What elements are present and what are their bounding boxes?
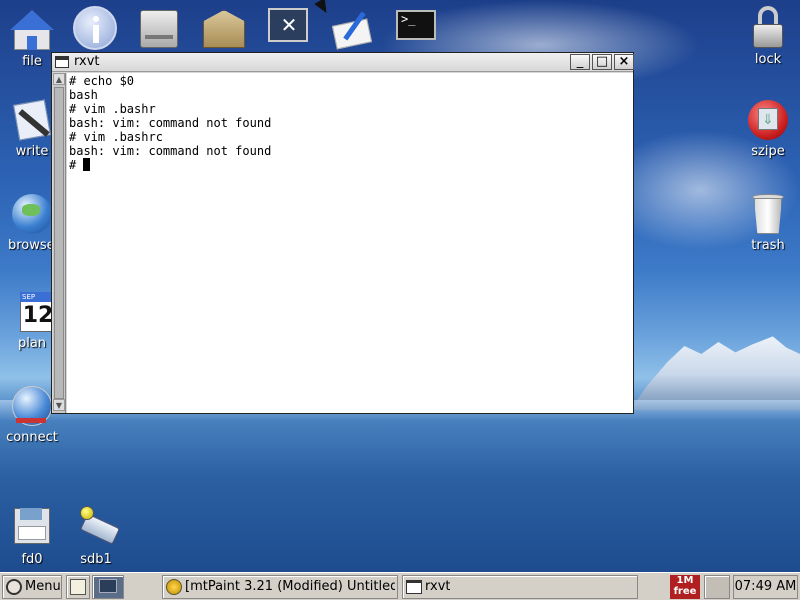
desktop-icon-szipe[interactable]: ⇓ szipe	[736, 98, 800, 159]
memory-amount: 1M	[676, 575, 694, 586]
close-button[interactable]: ×	[614, 54, 634, 70]
text-cursor	[83, 158, 91, 171]
terminal-prompt-line[interactable]: #	[69, 158, 631, 172]
usb-drive-icon	[74, 506, 121, 550]
mountain-decoration	[630, 336, 800, 410]
terminal-prompt: #	[69, 158, 84, 172]
scroll-down-arrow-icon[interactable]: ▼	[53, 399, 65, 411]
taskbar-task-mtpaint[interactable]: [mtPaint 3.21 (Modified) Untitled]	[162, 575, 398, 599]
terminal-window[interactable]: rxvt _ □ × ▲ ▼ # echo $0 bash # vim .bas…	[51, 52, 634, 414]
trash-icon	[746, 192, 790, 236]
desktop-icon-label: szipe	[751, 144, 785, 159]
taskbar-task-rxvt[interactable]: rxvt	[402, 575, 638, 599]
desktop-icon-label: fd0	[21, 552, 43, 567]
drive-icon[interactable]	[140, 10, 178, 48]
desktop-icon-label: sdb1	[80, 552, 112, 567]
info-icon[interactable]	[73, 6, 117, 50]
globe-icon	[10, 192, 54, 236]
minimize-button[interactable]: _	[570, 54, 590, 70]
window-titlebar[interactable]: rxvt _ □ ×	[52, 53, 634, 72]
archive-icon: ⇓	[746, 98, 790, 142]
desktop-icon	[99, 579, 117, 593]
scrollbar-thumb[interactable]	[54, 87, 64, 399]
desktop-icon-label: connect	[6, 430, 58, 445]
menu-button[interactable]: Menu	[2, 575, 62, 599]
terminal-line: bash: vim: command not found	[69, 116, 272, 130]
terminal-output[interactable]: # echo $0 bash # vim .bashr bash: vim: c…	[67, 73, 633, 413]
floppy-icon	[10, 506, 54, 550]
clock[interactable]: 07:49 AM	[733, 575, 798, 599]
taskbar: Menu [mtPaint 3.21 (Modified) Untitled] …	[0, 572, 800, 600]
memory-free-label: free	[673, 586, 697, 597]
terminal-line: bash: vim: command not found	[69, 144, 272, 158]
paint-icon[interactable]	[330, 8, 376, 50]
settings-monitor-icon[interactable]: ✕	[268, 8, 308, 42]
task-label: rxvt	[425, 579, 451, 594]
quick-launch-editor-button[interactable]	[66, 575, 90, 599]
menu-logo-icon	[6, 579, 22, 595]
desktop-icon-label: lock	[754, 52, 782, 67]
desktop-icon-trash[interactable]: trash	[736, 192, 800, 253]
terminal-line: # vim .bashr	[69, 102, 156, 116]
calendar-icon: SEP 12	[10, 290, 56, 334]
desktop-icon-lock[interactable]: lock	[736, 6, 800, 67]
window-icon	[406, 580, 422, 594]
terminal-line: # vim .bashrc	[69, 130, 163, 144]
home-icon	[10, 8, 54, 52]
padlock-icon	[746, 6, 790, 50]
terminal-icon[interactable]: >_	[396, 10, 436, 40]
terminal-line: # echo $0	[69, 74, 135, 88]
writer-icon	[10, 98, 54, 142]
scroll-up-arrow-icon[interactable]: ▲	[53, 73, 65, 85]
maximize-button[interactable]: □	[592, 54, 612, 70]
window-icon	[55, 56, 69, 68]
package-icon[interactable]	[203, 10, 245, 48]
network-globe-icon	[10, 384, 54, 428]
paint-palette-icon	[166, 579, 182, 595]
task-label: [mtPaint 3.21 (Modified) Untitled]	[185, 579, 395, 594]
show-desktop-button[interactable]	[92, 575, 124, 599]
desktop-icon-fd0[interactable]: fd0	[0, 506, 64, 567]
terminal-line: bash	[69, 88, 98, 102]
memory-free-badge: 1M free	[670, 575, 700, 599]
menu-label: Menu	[25, 579, 61, 594]
desktop-icon-label: trash	[751, 238, 785, 253]
terminal-scrollbar[interactable]: ▲ ▼	[53, 73, 66, 413]
desktop-icon-sdb1[interactable]: sdb1	[64, 506, 128, 567]
editor-icon	[70, 579, 86, 595]
tray-button[interactable]	[704, 575, 730, 599]
window-title: rxvt	[74, 54, 100, 69]
